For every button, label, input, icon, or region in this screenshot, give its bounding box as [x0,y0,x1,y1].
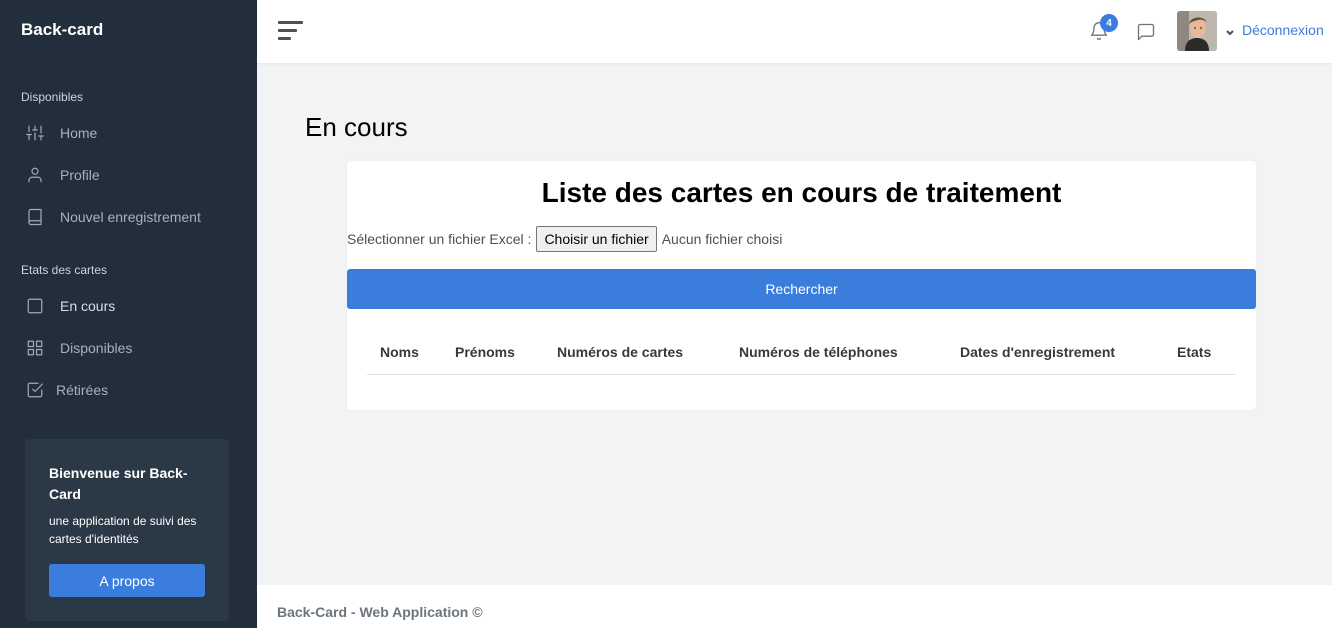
welcome-title: Bienvenue sur Back-Card [49,465,188,502]
welcome-text: une application de suivi des cartes d'id… [49,514,197,546]
notification-badge: 4 [1100,14,1118,32]
file-upload-row: Sélectionner un fichier Excel : Choisir … [347,226,782,252]
card-title: Liste des cartes en cours de traitement [541,177,1062,208]
logout-link[interactable]: Déconnexion [1242,22,1324,38]
column-header-noms[interactable]: Noms [380,344,419,360]
book-icon [25,207,45,227]
topbar: 4 Déconnexion [257,0,1332,63]
square-icon [25,296,45,316]
welcome-card: Bienvenue sur Back-Card une application … [25,439,229,621]
sidebar-item-label: Disponibles [60,340,133,356]
avatar[interactable] [1177,11,1217,51]
sidebar-section-header: Etats des cartes [21,263,108,277]
sidebar-item-home[interactable]: Home [25,121,97,145]
column-header-etats[interactable]: Etats [1177,344,1211,360]
sidebar-item-label: Nouvel enregistrement [60,209,201,225]
column-header-numeros-cartes[interactable]: Numéros de cartes [557,344,683,360]
cards-list-card: Liste des cartes en cours de traitement … [347,161,1256,410]
column-header-numeros-telephones[interactable]: Numéros de téléphones [739,344,898,360]
cards-table-header: Noms Prénoms Numéros de cartes Numéros d… [367,333,1236,375]
sidebar-item-nouvel-enregistrement[interactable]: Nouvel enregistrement [25,205,201,229]
user-icon [25,165,45,185]
sidebar: Back-card Disponibles Home Profile Nouve… [0,0,257,628]
sidebar-item-label: En cours [60,298,116,314]
sidebar-item-disponibles[interactable]: Disponibles [25,336,132,360]
page-title: En cours [305,112,408,142]
file-upload-label: Sélectionner un fichier Excel : [347,231,532,247]
sidebar-item-label: Rétirées [56,382,109,398]
file-status-text: Aucun fichier choisi [661,231,783,247]
footer: Back-Card - Web Application © [257,585,1332,628]
message-icon[interactable] [1136,22,1158,44]
sidebar-item-en-cours[interactable]: En cours [25,294,115,318]
sidebar-item-profile[interactable]: Profile [25,163,100,187]
grid-icon [25,338,45,358]
choose-file-button[interactable]: Choisir un fichier [536,226,657,252]
search-button[interactable]: Rechercher [347,269,1256,309]
sidebar-item-retirees[interactable]: Rétirées [25,378,108,402]
column-header-dates-enregistrement[interactable]: Dates d'enregistrement [960,344,1115,360]
sidebar-section-header: Disponibles [21,90,84,104]
about-button[interactable]: A propos [49,564,205,597]
footer-text: Back-Card - Web Application © [277,604,483,620]
check-square-icon [25,380,45,400]
sidebar-item-label: Profile [60,167,100,183]
menu-toggle-icon[interactable] [278,21,303,41]
sliders-icon [25,123,45,143]
sidebar-item-label: Home [60,125,98,141]
brand-logo[interactable]: Back-card [21,20,103,40]
chevron-down-icon[interactable] [1225,25,1235,36]
column-header-prenoms[interactable]: Prénoms [455,344,515,360]
